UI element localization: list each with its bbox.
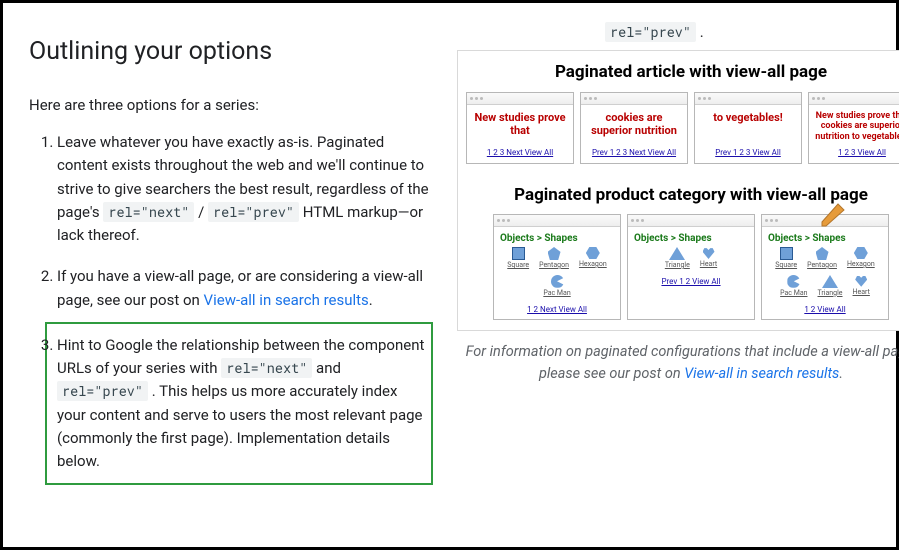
option-1: Leave whatever you have exactly as-is. P… <box>57 131 439 247</box>
option-2: If you have a view-all page, or are cons… <box>57 265 439 312</box>
mini-browser-category: Objects > Shapes Square Pentagon Hexagon… <box>493 214 621 320</box>
figure-1-title: Paginated article with view-all page <box>466 59 899 85</box>
mini-browser-page: New studies prove that 1 2 3 Next View A… <box>466 92 574 164</box>
mini-browser-viewall: New studies prove that cookies are super… <box>808 92 899 164</box>
mini-browser-category-viewall: Objects > Shapes Square Pentagon Hexagon… <box>761 214 889 320</box>
options-list: Leave whatever you have exactly as-is. P… <box>29 131 439 485</box>
code-rel-prev: rel="prev" <box>57 381 148 401</box>
trailing-code-fragment: rel="prev" . <box>605 21 899 44</box>
mini-browser-category: Objects > Shapes Triangle Heart Prev 1 2… <box>627 214 755 320</box>
section-heading: Outlining your options <box>29 33 439 72</box>
figure-sidebar: rel="prev" . Paginated article with view… <box>457 21 899 503</box>
link-view-all-post[interactable]: View-all in search results <box>204 291 369 309</box>
code-rel-next: rel="next" <box>221 358 312 378</box>
option-3: Hint to Google the relationship between … <box>57 322 439 486</box>
figure-caption: For information on paginated configurati… <box>457 341 899 385</box>
article-main: Outlining your options Here are three op… <box>29 21 439 503</box>
mini-browser-page: cookies are superior nutrition Prev 1 2 … <box>580 92 688 164</box>
mini-browser-page: to vegetables! Prev 1 2 3 View All <box>694 92 802 164</box>
intro-text: Here are three options for a series: <box>29 94 439 117</box>
figure-article-pagination: Paginated article with view-all page New… <box>457 50 899 331</box>
link-view-all-caption[interactable]: View-all in search results <box>684 365 839 382</box>
code-rel-prev: rel="prev" <box>208 202 299 222</box>
code-rel-next: rel="next" <box>103 202 194 222</box>
highlighted-option: Hint to Google the relationship between … <box>45 322 433 486</box>
figure-2-title: Paginated product category with view-all… <box>466 182 899 208</box>
